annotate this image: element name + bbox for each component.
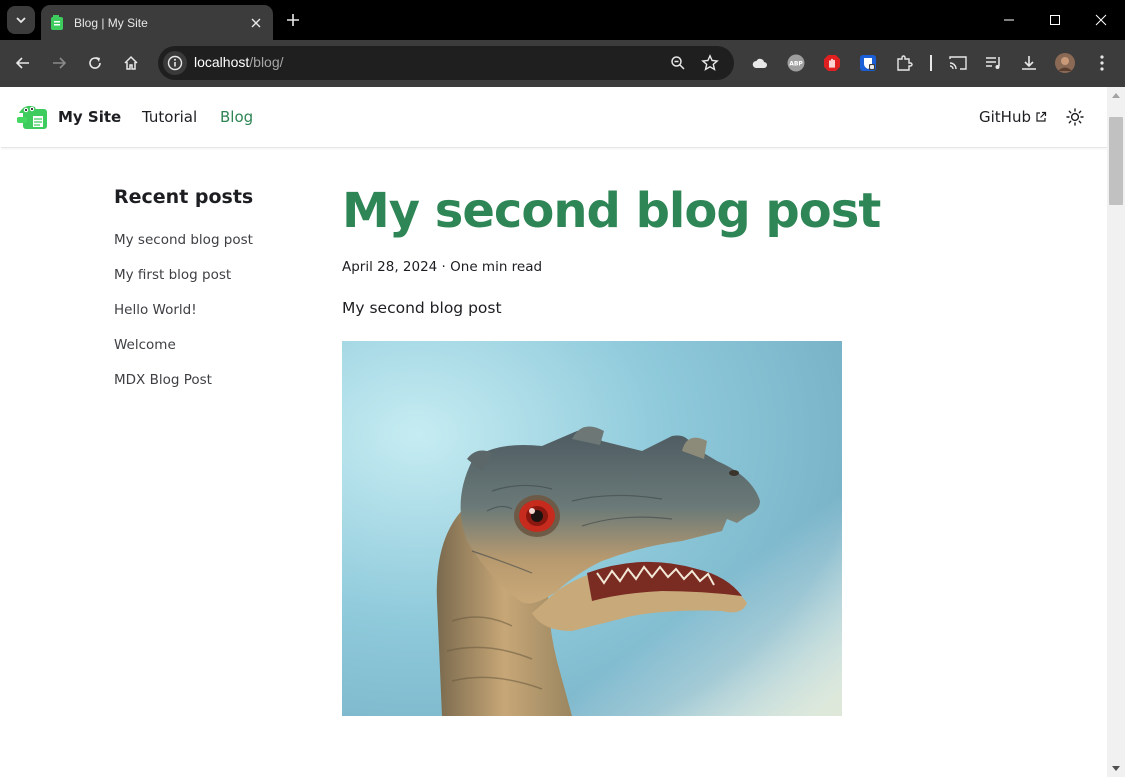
reload-icon (89, 57, 101, 69)
forward-button[interactable] (45, 49, 73, 77)
tab-search-button[interactable] (7, 6, 35, 34)
sidebar-post-link[interactable]: My second blog post (114, 232, 253, 248)
reload-button[interactable] (81, 49, 109, 77)
maximize-button[interactable] (1032, 0, 1078, 40)
extensions-puzzle-icon[interactable] (894, 53, 914, 73)
sidebar-post-link[interactable]: My first blog post (114, 267, 231, 283)
github-label: GitHub (979, 108, 1031, 126)
scroll-up-icon[interactable] (1107, 87, 1125, 103)
site-navbar: My Site Tutorial Blog GitHub (1, 87, 1107, 148)
scroll-down-icon[interactable] (1107, 761, 1125, 777)
browser-toolbar: localhost/blog/ ABP (0, 40, 1125, 87)
dinosaur-logo-icon (17, 105, 47, 129)
post-title[interactable]: My second blog post (342, 183, 881, 239)
post-meta: April 28, 2024 · One min read (342, 259, 543, 275)
home-button[interactable] (117, 49, 145, 77)
bookmark-star-icon[interactable] (700, 53, 720, 73)
site-info-icon[interactable] (163, 51, 187, 75)
bitwarden-icon[interactable] (858, 53, 878, 73)
url-path: /blog/ (249, 54, 284, 70)
dinosaur-photo (342, 341, 842, 716)
address-bar[interactable]: localhost/blog/ (158, 46, 734, 80)
post-body: My second blog post (342, 299, 502, 317)
browser-tab-bar: Blog | My Site (0, 0, 1125, 40)
zoom-icon[interactable] (668, 53, 688, 73)
scroll-thumb[interactable] (1109, 117, 1123, 205)
media-controls-icon[interactable] (984, 53, 1004, 73)
adblock-hand-icon[interactable] (822, 53, 842, 73)
github-link[interactable]: GitHub (979, 108, 1047, 126)
cast-icon[interactable] (948, 53, 968, 73)
site-favicon-icon (51, 14, 63, 30)
brand-name: My Site (58, 108, 122, 126)
back-button[interactable] (9, 49, 37, 77)
brand-link[interactable]: My Site (17, 103, 121, 131)
url-host: localhost (194, 54, 250, 70)
arrow-right-icon (53, 57, 67, 69)
cloud-extension-icon[interactable] (750, 53, 770, 73)
svg-text:ABP: ABP (789, 61, 803, 68)
page-scrollbar[interactable] (1107, 87, 1125, 777)
chevron-down-icon (16, 17, 26, 24)
minimize-button[interactable] (986, 0, 1032, 40)
sidebar-post-link[interactable]: Hello World! (114, 302, 197, 318)
close-icon (1095, 14, 1107, 26)
sidebar-post-link[interactable]: Welcome (114, 337, 176, 353)
new-tab-button[interactable] (280, 8, 306, 32)
browser-tab[interactable]: Blog | My Site (41, 5, 273, 40)
close-window-button[interactable] (1078, 0, 1124, 40)
nav-blog-link[interactable]: Blog (220, 108, 253, 126)
url-text: localhost/blog/ (194, 54, 284, 70)
sidebar-post-link[interactable]: MDX Blog Post (114, 372, 212, 388)
tab-title: Blog | My Site (74, 15, 148, 30)
adblock-plus-icon[interactable]: ABP (786, 53, 806, 73)
post-image (342, 341, 842, 716)
toolbar-separator (930, 55, 932, 71)
maximize-icon (1050, 15, 1060, 25)
tab-close-icon[interactable] (245, 12, 267, 34)
arrow-left-icon (15, 57, 29, 69)
sun-icon (1066, 108, 1084, 126)
external-link-icon (1036, 111, 1047, 122)
plus-icon (287, 14, 299, 26)
nav-tutorial-link[interactable]: Tutorial (142, 108, 197, 126)
profile-avatar[interactable] (1055, 53, 1075, 73)
browser-menu-icon[interactable] (1092, 53, 1112, 73)
minimize-icon (1004, 19, 1014, 21)
home-icon (124, 55, 138, 70)
sidebar-title: Recent posts (114, 186, 254, 208)
page-viewport: My Site Tutorial Blog GitHub Recent post… (1, 87, 1107, 777)
theme-toggle-button[interactable] (1064, 106, 1086, 128)
download-icon[interactable] (1019, 53, 1039, 73)
